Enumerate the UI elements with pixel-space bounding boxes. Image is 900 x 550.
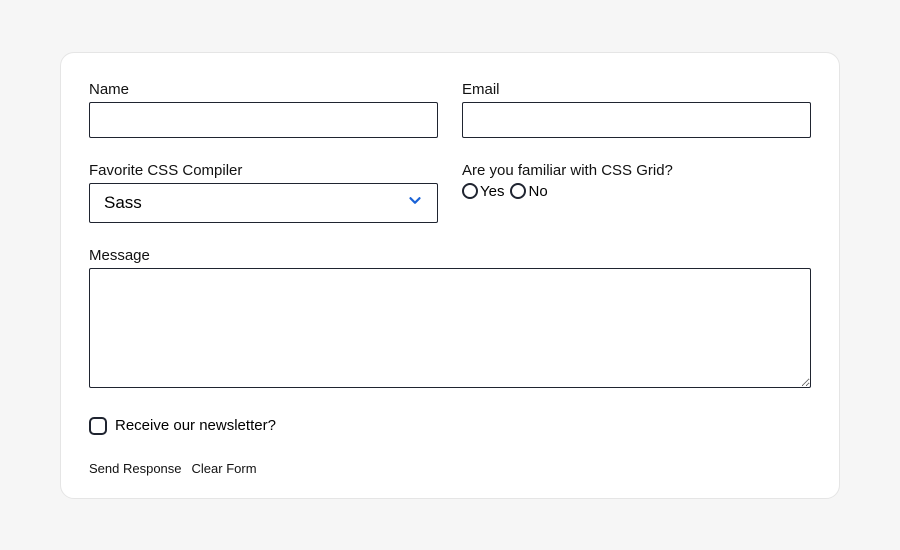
form-card: Name Email Favorite CSS Compiler Sass Ar… <box>60 52 840 499</box>
message-field: Message <box>89 247 811 393</box>
radio-yes[interactable]: Yes <box>462 183 504 200</box>
radio-circle-icon <box>462 183 478 199</box>
row-2: Favorite CSS Compiler Sass Are you famil… <box>89 162 811 223</box>
radio-yes-label: Yes <box>480 183 504 200</box>
checkbox-icon[interactable] <box>89 417 107 435</box>
form-actions: Send Response Clear Form <box>89 461 811 476</box>
compiler-select-wrap: Sass <box>89 183 438 223</box>
compiler-select[interactable]: Sass <box>89 183 438 223</box>
email-input[interactable] <box>462 102 811 138</box>
compiler-label: Favorite CSS Compiler <box>89 162 438 179</box>
row-1: Name Email <box>89 81 811 138</box>
name-label: Name <box>89 81 438 98</box>
newsletter-label: Receive our newsletter? <box>115 417 276 434</box>
message-label: Message <box>89 247 811 264</box>
newsletter-field[interactable]: Receive our newsletter? <box>89 417 811 435</box>
grid-question-label: Are you familiar with CSS Grid? <box>462 162 811 179</box>
message-textarea[interactable] <box>89 268 811 388</box>
name-input[interactable] <box>89 102 438 138</box>
radio-no-label: No <box>528 183 547 200</box>
radio-circle-icon <box>510 183 526 199</box>
radio-no[interactable]: No <box>510 183 547 200</box>
email-field: Email <box>462 81 811 138</box>
submit-button[interactable]: Send Response <box>89 461 182 476</box>
reset-button[interactable]: Clear Form <box>192 461 257 476</box>
grid-radios: Yes No <box>462 183 811 200</box>
grid-familiar-field: Are you familiar with CSS Grid? Yes No <box>462 162 811 223</box>
compiler-field: Favorite CSS Compiler Sass <box>89 162 438 223</box>
email-label: Email <box>462 81 811 98</box>
name-field: Name <box>89 81 438 138</box>
